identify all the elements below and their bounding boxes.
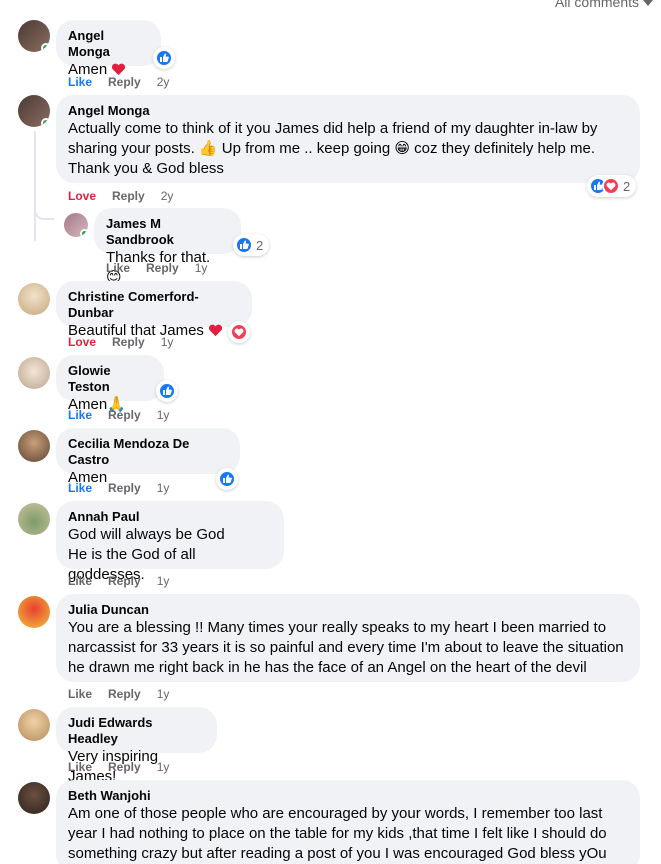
like-reaction-icon <box>235 236 253 254</box>
comment-actions: Like Reply 1y <box>68 574 169 588</box>
reaction-count: 2 <box>256 237 264 253</box>
reply-button[interactable]: Reply <box>108 75 141 89</box>
online-status-icon <box>41 118 50 127</box>
online-status-icon <box>80 229 88 237</box>
online-status-icon <box>41 43 50 52</box>
comment-author[interactable]: Judi Edwards Headley <box>68 715 205 747</box>
like-button[interactable]: Like <box>68 481 92 495</box>
reaction-summary[interactable] <box>216 468 238 490</box>
reaction-summary[interactable] <box>156 380 178 402</box>
avatar[interactable] <box>18 357 50 389</box>
comment-bubble: Christine Comerford-Dunbar Beautiful tha… <box>56 281 252 339</box>
comment-timestamp[interactable]: 2y <box>157 75 170 89</box>
like-button[interactable]: Like <box>68 574 92 588</box>
thread-line <box>34 131 36 241</box>
comment-timestamp[interactable]: 1y <box>157 760 170 774</box>
avatar[interactable] <box>18 709 50 741</box>
comment-timestamp[interactable]: 1y <box>157 574 170 588</box>
comment-bubble: Cecilia Mendoza De Castro Amen <box>56 428 240 486</box>
reply-button[interactable]: Reply <box>146 261 179 275</box>
avatar[interactable] <box>18 596 50 628</box>
comment-actions: Like Reply 1y <box>68 760 169 774</box>
like-reaction-icon <box>218 470 236 488</box>
red-heart-emoji-icon <box>208 323 223 343</box>
comment-bubble: Beth Wanjohi Am one of those people who … <box>56 780 640 864</box>
comment-bubble: Angel Monga Actually come to think of it… <box>56 95 640 183</box>
reply-button[interactable]: Reply <box>112 335 145 349</box>
comment-actions: Like Reply 1y <box>68 408 169 422</box>
comment-author[interactable]: Christine Comerford-Dunbar <box>68 289 240 321</box>
reaction-summary[interactable]: 2 <box>233 234 270 256</box>
like-button[interactable]: Like <box>68 408 92 422</box>
reaction-summary[interactable]: 2 <box>587 175 637 197</box>
avatar[interactable] <box>18 95 50 127</box>
comment-text-line: You are a blessing !! Many times your re… <box>68 619 607 636</box>
love-button[interactable]: Love <box>68 335 96 349</box>
avatar[interactable] <box>18 430 50 462</box>
like-button[interactable]: Like <box>106 261 130 275</box>
reaction-summary[interactable] <box>153 47 175 69</box>
comment-bubble: Julia Duncan You are a blessing !! Many … <box>56 594 640 682</box>
avatar[interactable] <box>18 503 50 535</box>
comment-author[interactable]: James M Sandbrook <box>106 216 229 248</box>
comment-timestamp[interactable]: 1y <box>157 687 170 701</box>
thread-connector <box>34 206 54 220</box>
comment-author[interactable]: Annah Paul <box>68 509 272 525</box>
comment-timestamp[interactable]: 2y <box>161 189 174 203</box>
comment-author[interactable]: Angel Monga <box>68 103 628 119</box>
comment-text-line: Am one of those people who are encourage… <box>68 805 603 822</box>
avatar[interactable] <box>18 283 50 315</box>
reply-button[interactable]: Reply <box>108 574 141 588</box>
comment-author[interactable]: Angel Monga <box>68 28 149 60</box>
reply-button[interactable]: Reply <box>108 408 141 422</box>
love-reaction-icon <box>602 177 620 195</box>
comment-author[interactable]: Cecilia Mendoza De Castro <box>68 436 228 468</box>
comment-text-line: God will always be God <box>68 526 225 543</box>
avatar[interactable] <box>18 782 50 814</box>
comment-timestamp[interactable]: 1y <box>157 408 170 422</box>
comment-actions: Like Reply 1y <box>68 687 169 701</box>
like-reaction-icon <box>155 49 173 67</box>
comment-actions: Like Reply 2y <box>68 75 169 89</box>
reaction-summary[interactable] <box>228 321 250 343</box>
like-button[interactable]: Like <box>68 760 92 774</box>
comment-text-line: Thank you & God bless <box>68 160 224 177</box>
reply-button[interactable]: Reply <box>112 189 145 203</box>
like-button[interactable]: Like <box>68 75 92 89</box>
comment-bubble: Annah Paul God will always be God He is … <box>56 501 284 583</box>
comment-text-line: sharing your posts. 👍 Up from me .. keep… <box>68 140 596 157</box>
comment-author[interactable]: Beth Wanjohi <box>68 788 628 804</box>
comment-bubble: Glowie Teston Amen🙏 <box>56 355 164 413</box>
reply-button[interactable]: Reply <box>108 687 141 701</box>
reaction-count: 2 <box>623 178 631 194</box>
comment-text-line: Actually come to think of it you James d… <box>68 120 598 137</box>
comment-bubble: James M Sandbrook Thanks for that. 😊 <box>94 208 241 286</box>
love-button[interactable]: Love <box>68 189 96 203</box>
comment-filter-dropdown[interactable]: All comments <box>555 0 653 10</box>
comment-text-line: something crazy but after reading a post… <box>68 845 607 862</box>
comment-bubble: Angel Monga Amen <box>56 20 161 78</box>
comment-text-line: year I had nothing to place on the table… <box>68 825 607 842</box>
comment-text-line: he drawn me right back in he has the fac… <box>68 659 587 676</box>
comment-actions: Love Reply 2y <box>68 189 173 203</box>
comment-timestamp[interactable]: 1y <box>195 261 208 275</box>
comment-author[interactable]: Julia Duncan <box>68 602 628 618</box>
reply-button[interactable]: Reply <box>108 760 141 774</box>
reply-button[interactable]: Reply <box>108 481 141 495</box>
love-reaction-icon <box>230 323 248 341</box>
comment-actions: Love Reply 1y <box>68 335 173 349</box>
comment-text-line: narcassist for 33 years it is so painful… <box>68 639 624 656</box>
comment-actions: Like Reply 1y <box>106 261 207 275</box>
chevron-down-icon <box>643 0 653 6</box>
like-reaction-icon <box>158 382 176 400</box>
avatar[interactable] <box>18 20 50 52</box>
comment-bubble: Judi Edwards Headley Very inspiring Jame… <box>56 707 217 785</box>
like-button[interactable]: Like <box>68 687 92 701</box>
comment-timestamp[interactable]: 1y <box>157 481 170 495</box>
comment-actions: Like Reply 1y <box>68 481 169 495</box>
comment-author[interactable]: Glowie Teston <box>68 363 152 395</box>
comment-filter-label: All comments <box>554 0 639 10</box>
avatar[interactable] <box>64 213 88 237</box>
comment-timestamp[interactable]: 1y <box>161 335 174 349</box>
